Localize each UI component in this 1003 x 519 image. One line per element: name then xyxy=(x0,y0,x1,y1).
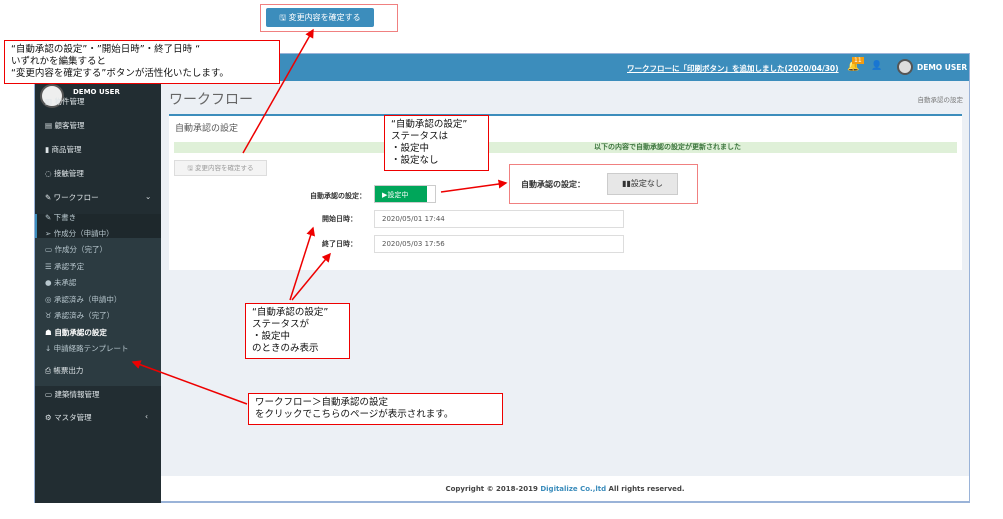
toggle-label: ▶設定中 xyxy=(382,191,409,199)
auto-approve-label: 自動承認の設定： xyxy=(310,192,366,200)
check-circle-icon: ◎ xyxy=(45,295,54,304)
toggle-knob xyxy=(427,186,435,202)
sidebar-item-label: 自動承認の設定 xyxy=(54,328,107,337)
off-toggle-example: ▮▮設定なし xyxy=(607,173,678,195)
sidebar-item-label: マスタ管理 xyxy=(54,413,92,422)
sidebar-item-label: 申請経路テンプレート xyxy=(53,344,129,353)
sidebar-item[interactable]: ☗ 自動承認の設定 xyxy=(45,327,107,338)
box-title: 自動承認の設定 xyxy=(175,124,239,134)
sidebar-item-label: 商品管理 xyxy=(51,145,82,154)
sidebar-item[interactable]: ◎ 承認済み（申請中） xyxy=(45,294,121,305)
sidebar-item[interactable]: ● 未承認 xyxy=(45,277,76,288)
success-alert: 以下の内容で自動承認の設定が更新されました xyxy=(174,142,957,153)
sidebar-item-label: 顧客管理 xyxy=(54,121,85,130)
user-name[interactable]: DEMO USER xyxy=(917,63,967,72)
annotation-note-3: “自動承認の設定” ステータスが ・設定中 のときのみ表示 xyxy=(245,303,350,359)
annotation-note-1: “自動承認の設定”・”開始日時”・終了日時 “ いずれかを編集すると “変更内容… xyxy=(4,40,280,84)
arrow-down-icon: ↓ xyxy=(45,344,54,353)
sidebar-item[interactable]: ⎙ 帳票出力 xyxy=(45,365,83,376)
sidebar-item[interactable]: ✎ ワークフロー ⌄ xyxy=(45,192,155,203)
sidebar-item[interactable]: ☰ 承認予定 xyxy=(45,261,84,272)
sidebar-item-label: 作成分（申請中） xyxy=(53,229,114,238)
off-label: 自動承認の設定： xyxy=(521,180,585,189)
company-link[interactable]: Digitalize Co.,ltd xyxy=(540,485,606,493)
sidebar-item[interactable]: ▭ 作成分（完了） xyxy=(45,244,107,255)
sidebar-item-label: 承認予定 xyxy=(54,262,85,271)
sidebar-item-label: 建築情報管理 xyxy=(54,390,100,399)
sidebar-item-label: 承認済み（申請中） xyxy=(53,295,122,304)
annotation-note-2: “自動承認の設定” ステータスは ・設定中 ・設定なし xyxy=(384,115,489,171)
confirm-changes-button[interactable]: 🖫 変更内容を確定する xyxy=(174,160,267,176)
sidebar-item-label: ワークフロー xyxy=(53,193,99,202)
robot-icon: ☗ xyxy=(45,328,55,337)
end-datetime-input[interactable]: 2020/05/03 17:56 xyxy=(374,235,624,253)
sidebar-item-label: 承認済み（完了） xyxy=(54,311,115,320)
sidebar-item-label: 物件管理 xyxy=(54,97,85,106)
start-label: 開始日時： xyxy=(322,215,357,223)
start-datetime-input[interactable]: 2020/05/01 17:44 xyxy=(374,210,624,228)
auto-approve-toggle[interactable]: ▶設定中 xyxy=(374,185,436,203)
sidebar-item-label: 帳票出力 xyxy=(53,366,84,375)
list-icon: ☰ xyxy=(45,262,55,271)
sidebar-item-label: 未承認 xyxy=(53,278,77,287)
sidebar: DEMO USER ▥ 物件管理 ▤ 顧客管理 ▮ 商品管理 ◌ 接触管理 ✎ ワークフ… xyxy=(35,81,161,503)
off-state-example: 自動承認の設定： ▮▮設定なし xyxy=(509,164,698,204)
sidebar-item[interactable]: ◌ 接触管理 xyxy=(45,168,84,179)
sidebar-item[interactable]: ▤ 顧客管理 xyxy=(45,120,84,131)
notification-badge: 11 xyxy=(852,57,864,64)
confirm-button-active-example: 🖫 変更内容を確定する xyxy=(266,8,374,27)
sidebar-item[interactable]: ↓ 申請経路テンプレート xyxy=(45,343,128,354)
news-link[interactable]: ワークフローに「印刷ボタン」を追加しました(2020/04/30) xyxy=(627,63,839,74)
confirm-label: 変更内容を確定する xyxy=(195,164,254,172)
sidebar-item[interactable]: ▭ 建築情報管理 xyxy=(45,389,99,400)
sidebar-item[interactable]: ▥ 物件管理 xyxy=(45,96,84,107)
sidebar-item[interactable]: ✎ 下書き xyxy=(45,212,76,223)
footer: Copyright © 2018-2019 Digitalize Co.,ltd… xyxy=(161,476,969,503)
copyright: Copyright © 2018-2019 xyxy=(445,485,541,493)
chevron-down-icon: ⌄ xyxy=(145,192,152,201)
pencil-icon: ✎ xyxy=(45,213,54,222)
sidebar-item[interactable]: ♉ 承認済み（完了） xyxy=(45,310,114,321)
send-icon: ➢ xyxy=(45,229,54,238)
sidebar-item-label: 接触管理 xyxy=(53,169,84,178)
sidebar-item[interactable]: ▮ 商品管理 xyxy=(45,144,82,155)
thumbs-up-icon: ♉ xyxy=(45,311,55,320)
off-button-label: 設定なし xyxy=(630,179,663,188)
info-icon: ● xyxy=(45,278,54,287)
user-icon[interactable]: 👤 xyxy=(871,61,882,71)
avatar[interactable] xyxy=(897,59,913,75)
chat-icon: ◌ xyxy=(45,169,54,178)
annotation-note-4: ワークフロー＞自動承認の設定 をクリックでこちらのページが表示されます。 xyxy=(248,393,503,425)
gears-icon: ⚙ xyxy=(45,413,55,422)
breadcrumb: 自動承認の設定 xyxy=(917,96,964,104)
page-title: ワークフロー xyxy=(169,92,253,108)
sidebar-user-name: DEMO USER xyxy=(73,88,120,96)
rights: All rights reserved. xyxy=(606,485,685,493)
sidebar-item[interactable]: ⚙ マスタ管理 ‹ xyxy=(45,412,155,423)
chevron-left-icon: ‹ xyxy=(145,412,148,421)
edit-icon: ✎ xyxy=(45,193,54,202)
app-window: ワークフローに「印刷ボタン」を追加しました(2020/04/30) 🔔 11 👤… xyxy=(34,53,970,503)
sidebar-item-label: 作成分（完了） xyxy=(54,245,107,254)
sidebar-item-label: 下書き xyxy=(53,213,77,222)
sidebar-item[interactable]: ➢ 作成分（申請中） xyxy=(45,228,114,239)
top-button-label: 変更内容を確定する xyxy=(288,13,361,22)
end-label: 終了日時： xyxy=(322,240,357,248)
